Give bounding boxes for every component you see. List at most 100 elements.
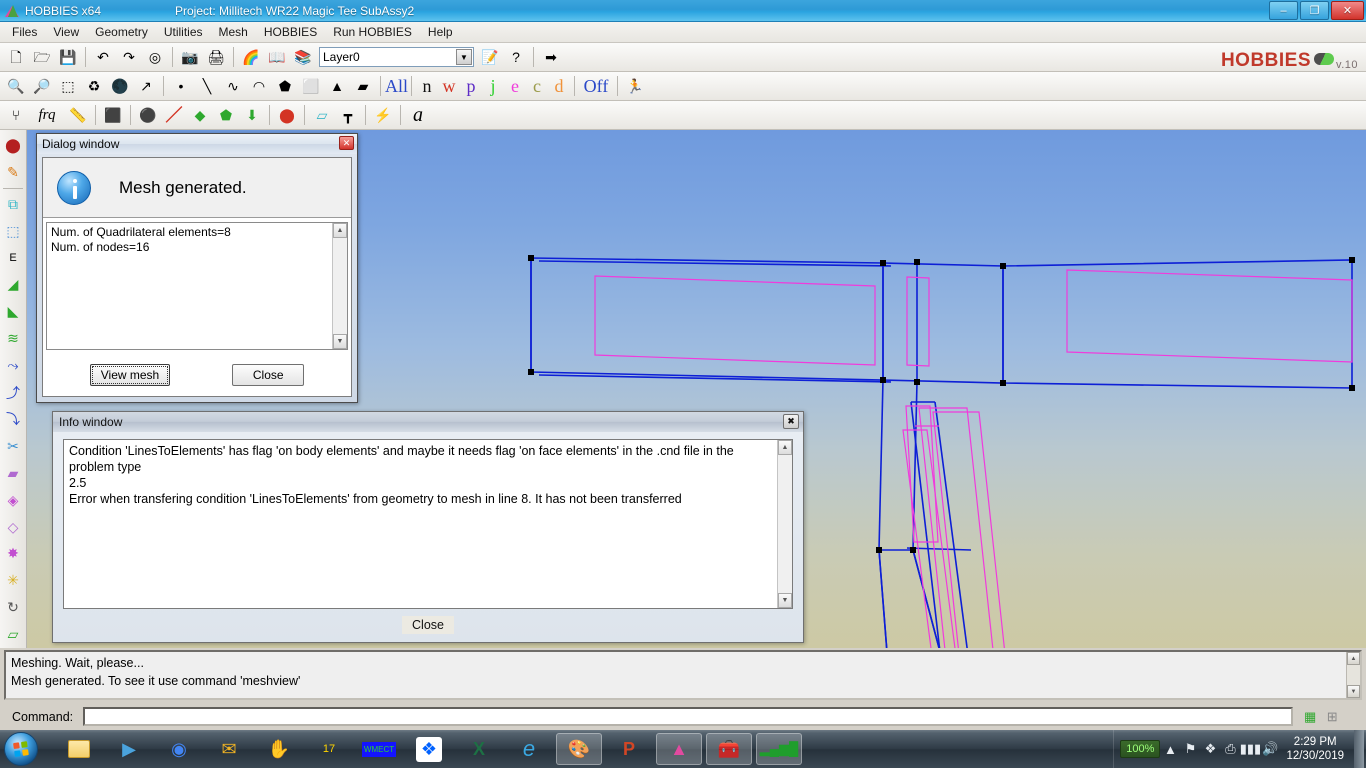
curve-edit-icon[interactable]: ⤴	[1, 379, 25, 406]
scroll-down-icon[interactable]: ▼	[778, 593, 792, 608]
taskbar-internet-explorer[interactable]: e	[506, 733, 552, 765]
select-e-label[interactable]: e	[504, 76, 526, 97]
taskbar-excel[interactable]: X	[456, 733, 502, 765]
plate-icon[interactable]: ▱	[310, 103, 334, 127]
exit-icon[interactable]: ➡	[539, 45, 563, 69]
line-mesh-icon[interactable]: ／	[162, 103, 186, 127]
move-point-icon[interactable]: ⤳	[1, 352, 25, 379]
chevron-down-icon[interactable]: ▼	[456, 49, 472, 65]
start-orb[interactable]	[4, 732, 38, 766]
layers-icon[interactable]: 📚	[291, 45, 315, 69]
save-file-icon[interactable]: 💾	[56, 45, 80, 69]
help-icon[interactable]: ?	[504, 45, 528, 69]
menu-item-view[interactable]: View	[45, 23, 87, 41]
trim-surface-icon[interactable]: ◇	[1, 514, 25, 541]
eraser-icon[interactable]: ▰	[351, 74, 375, 98]
select-j-label[interactable]: j	[482, 76, 504, 97]
point-entity-icon[interactable]: •	[169, 74, 193, 98]
surface-create-icon[interactable]: ◢	[1, 271, 25, 298]
select-n-label[interactable]: n	[416, 76, 438, 97]
taskbar-media-player[interactable]: ▶	[106, 733, 152, 765]
menu-item-hobbies[interactable]: HOBBIES	[256, 23, 325, 41]
scroll-down-icon[interactable]: ▼	[333, 334, 347, 349]
polyline-entity-icon[interactable]: ∿	[221, 74, 245, 98]
taskbar-paint[interactable]: 🎨	[556, 733, 602, 765]
dropbox-tray-icon[interactable]: ❖	[1200, 739, 1220, 759]
gap-icon[interactable]: ┳	[336, 103, 360, 127]
ruler-icon[interactable]: 📏	[66, 103, 90, 127]
scroll-down-icon[interactable]: ▼	[1347, 685, 1360, 698]
status-vertical-scrollbar[interactable]: ▲ ▼	[1346, 652, 1360, 698]
grid-icon[interactable]: ⊞	[1323, 708, 1341, 726]
show-hidden-icons-icon[interactable]: ▲	[1160, 739, 1180, 759]
command-input[interactable]	[83, 707, 1294, 726]
menu-item-utilities[interactable]: Utilities	[156, 23, 211, 41]
info-window[interactable]: Info window ✖ Condition 'LinesToElements…	[52, 411, 804, 643]
menu-item-geometry[interactable]: Geometry	[87, 23, 156, 41]
scroll-up-icon[interactable]: ▲	[1347, 652, 1360, 665]
dialog-close-icon[interactable]: ✕	[339, 136, 354, 150]
taskbar-hobbies-gid[interactable]: ▲	[656, 733, 702, 765]
new-file-icon[interactable]: 🗋	[4, 45, 28, 69]
render-shade-icon[interactable]: 🌑	[108, 74, 132, 98]
surface-nurbs-icon[interactable]: ◣	[1, 298, 25, 325]
run-icon[interactable]: 🏃	[623, 74, 647, 98]
mesh-generated-dialog[interactable]: Dialog window ✕ Mesh generated. Num. of …	[36, 133, 358, 403]
zoom-frame-icon[interactable]: ⬚	[56, 74, 80, 98]
info-window-text-area[interactable]: Condition 'LinesToElements' has flag 'on…	[63, 439, 793, 609]
surface-mesh-icon[interactable]: ◆	[188, 103, 212, 127]
antenna-icon[interactable]: ⑂	[4, 103, 28, 127]
curve-point-icon[interactable]: ⤵	[1, 406, 25, 433]
menu-item-run-hobbies[interactable]: Run HOBBIES	[325, 23, 420, 41]
mesh-arrow-icon[interactable]: ⬇	[240, 103, 264, 127]
zoom-out-icon[interactable]: 🔎	[30, 74, 54, 98]
volume-icon[interactable]: 🔊	[1260, 739, 1280, 759]
excite-icon[interactable]: ⚡	[371, 103, 395, 127]
taskbar-toolbox-error[interactable]: 🧰	[706, 733, 752, 765]
select-region-icon[interactable]: ⬚	[1, 218, 25, 245]
nurbs-surface-icon[interactable]: ◈	[1, 487, 25, 514]
redraw-icon[interactable]: ♻	[82, 74, 106, 98]
select-w-label[interactable]: w	[438, 76, 460, 97]
burst-icon[interactable]: ✳	[1, 567, 25, 594]
rotate-icon[interactable]: ↗	[134, 74, 158, 98]
close-button[interactable]: ✕	[1331, 1, 1364, 20]
dialog-close-button[interactable]: Close	[232, 364, 305, 386]
redo-view-icon[interactable]: ↷	[117, 45, 141, 69]
taskbar-wmect[interactable]: WMECT	[356, 733, 402, 765]
maximize-button[interactable]: ❐	[1300, 1, 1329, 20]
taskbar-powerpoint[interactable]: P	[606, 733, 652, 765]
transform-icon[interactable]: ↻	[1, 594, 25, 621]
select-c-label[interactable]: c	[526, 76, 548, 97]
cone-entity-icon[interactable]: ▲	[325, 74, 349, 98]
menu-item-mesh[interactable]: Mesh	[211, 23, 256, 41]
undo-view-icon[interactable]: ↶	[91, 45, 115, 69]
select-p-label[interactable]: p	[460, 76, 482, 97]
edit-geometry-icon[interactable]: ✎	[1, 159, 25, 186]
chip-icon[interactable]: ▦	[1301, 708, 1319, 726]
usb-eject-icon[interactable]: ⎙	[1220, 739, 1240, 759]
info-window-close-icon[interactable]: ✖	[783, 414, 799, 429]
scroll-up-icon[interactable]: ▲	[333, 223, 347, 238]
clock[interactable]: 2:29 PM 12/30/2019	[1286, 735, 1344, 763]
dimension-icon[interactable]: E	[1, 245, 25, 272]
status-log-panel[interactable]: Meshing. Wait, please... Mesh generated.…	[4, 650, 1362, 700]
taskbar-outlook[interactable]: ✉	[206, 733, 252, 765]
minimize-button[interactable]: –	[1269, 1, 1298, 20]
dialog-vertical-scrollbar[interactable]: ▲ ▼	[332, 223, 347, 349]
surface-entity-icon[interactable]: ⬟	[273, 74, 297, 98]
select-all-label[interactable]: All	[385, 76, 408, 97]
taskbar-labview[interactable]: 17	[306, 733, 352, 765]
collapse-icon[interactable]: ✸	[1, 541, 25, 568]
taskbar-app-red[interactable]: ✋	[256, 733, 302, 765]
taskbar-windows-explorer[interactable]	[56, 733, 102, 765]
book-icon[interactable]: 📖	[265, 45, 289, 69]
menu-item-help[interactable]: Help	[420, 23, 461, 41]
volume-mesh-icon[interactable]: ⬟	[214, 103, 238, 127]
info-window-close-button[interactable]: Close	[402, 616, 454, 634]
taskbar-signal-chart[interactable]: ▂▄▆█	[756, 733, 802, 765]
split-surface-icon[interactable]: ▰	[1, 460, 25, 487]
sphere-cube-icon[interactable]: ⬤	[275, 103, 299, 127]
point-create-icon[interactable]: ⬤	[1, 132, 25, 159]
layer-combobox[interactable]: Layer0 ▼	[319, 47, 474, 67]
